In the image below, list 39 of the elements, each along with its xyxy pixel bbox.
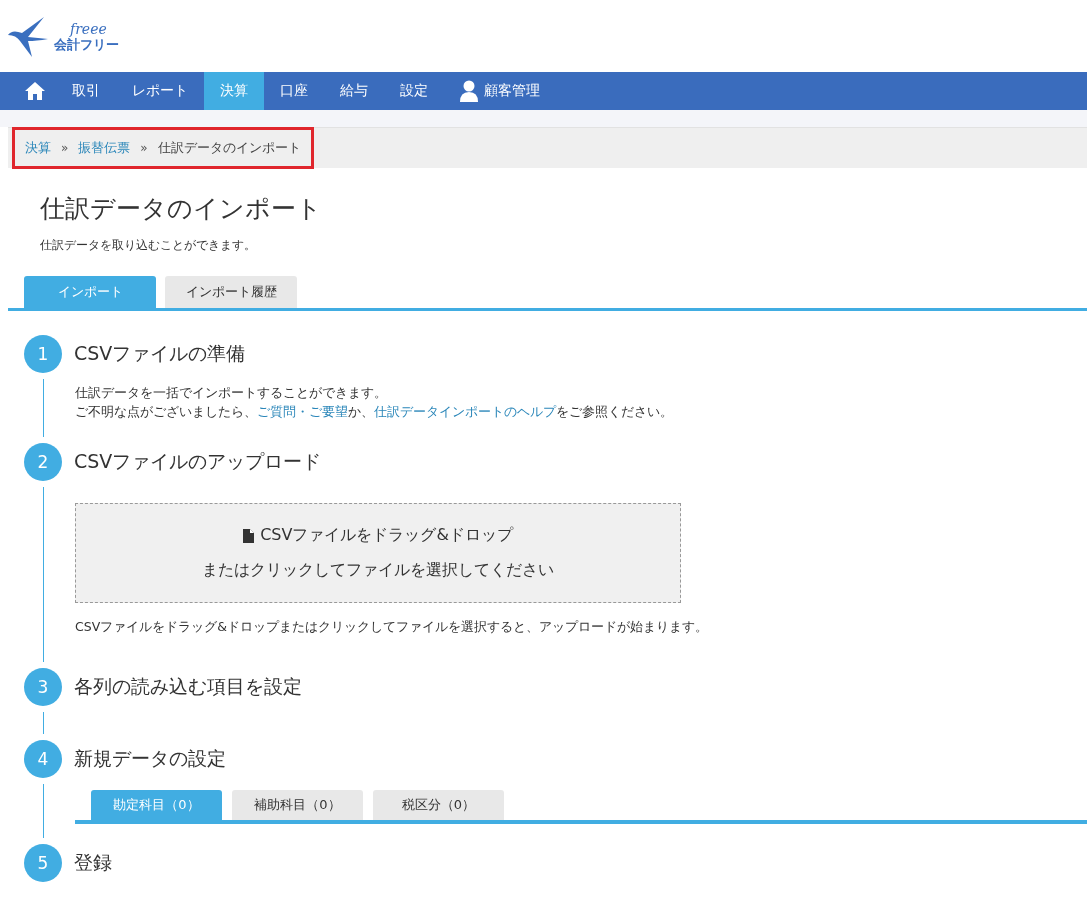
nav-tab[interactable]: 設定 [384,72,444,110]
nav-tab[interactable]: レポート [116,72,204,110]
breadcrumb-current: 仕訳データのインポート [157,139,301,157]
step-number: 2 [24,443,62,481]
nav-tab[interactable]: 給与 [324,72,384,110]
nav-tab[interactable]: 口座 [264,72,324,110]
person-icon [460,80,478,102]
file-drop-zone[interactable]: CSVファイルをドラッグ&ドロップ またはクリックしてファイルを選択してください [75,503,681,603]
step-number: 4 [24,740,62,778]
help-link[interactable]: ご質問・ご要望 [257,404,348,419]
step-number: 1 [24,335,62,373]
page-title: 仕訳データのインポート [40,193,323,225]
step-title: CSVファイルの準備 [74,341,246,366]
step-text: 仕訳データを一括でインポートすることができます。 [75,384,388,402]
breadcrumb-separator: » [140,141,148,155]
breadcrumb-link[interactable]: 振替伝票 [78,139,131,157]
home-icon [24,81,46,101]
step-title: 各列の読み込む項目を設定 [74,674,302,699]
breadcrumb-link[interactable]: 決算 [25,139,51,157]
step-title: CSVファイルのアップロード [74,449,322,474]
logo-script: freee [70,22,108,36]
nav-tab[interactable]: 顧客管理 [444,72,556,110]
tab[interactable]: 税区分（0） [373,790,504,820]
step-title: 新規データの設定 [74,746,226,771]
drop-zone-subtitle: またはクリックしてファイルを選択してください [202,560,554,581]
step-title: 登録 [74,850,112,875]
file-icon [243,528,255,543]
breadcrumb-separator: » [61,141,69,155]
tab[interactable]: 補助科目（0） [232,790,363,820]
step-text: ご不明な点がございましたら、ご質問・ご要望か、仕訳データインポートのヘルプをご参照ください。 [75,403,674,421]
drop-zone-title: CSVファイルをドラッグ&ドロップ [260,525,513,546]
logo-name: 会計フリー [54,36,119,54]
step-number: 3 [24,668,62,706]
nav-tab[interactable]: 取引 [56,72,116,110]
upload-note: CSVファイルをドラッグ&ドロップまたはクリックしてファイルを選択すると、アップロードが始まります。 [75,619,709,636]
help-link[interactable]: 仕訳データインポートのヘルプ [374,404,556,419]
tab[interactable]: インポート履歴 [165,276,297,308]
page-description: 仕訳データを取り込むことができます。 [40,237,257,254]
step-number: 5 [24,844,62,882]
